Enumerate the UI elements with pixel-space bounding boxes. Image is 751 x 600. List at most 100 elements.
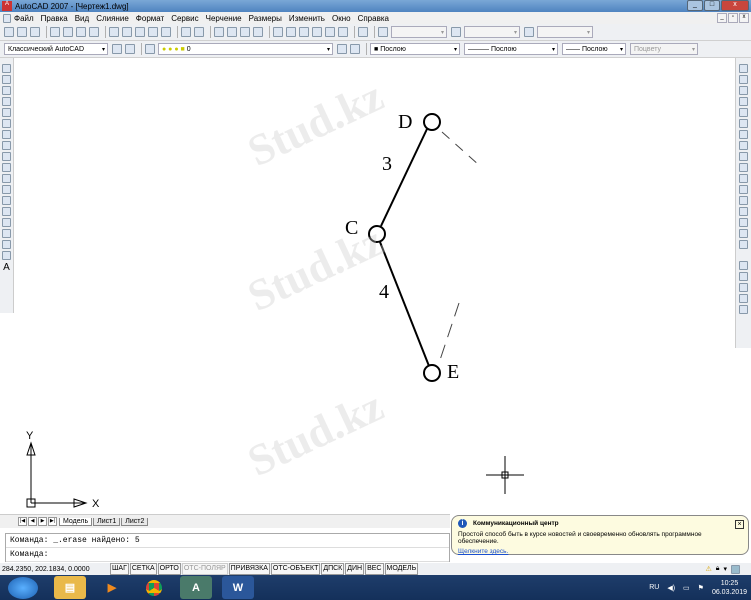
text-style-select[interactable]: ▾ — [391, 26, 447, 38]
command-window[interactable]: Команда: _.erase найдено: 5 Команда: — [5, 533, 450, 562]
language-indicator[interactable]: RU — [649, 584, 659, 591]
globe-icon[interactable] — [89, 27, 99, 37]
minimize-button[interactable]: _ — [687, 0, 703, 11]
new-icon[interactable] — [4, 27, 14, 37]
menu-merge[interactable]: Слияние — [96, 14, 129, 23]
rectangle-icon[interactable] — [2, 108, 11, 117]
table-icon[interactable] — [2, 251, 11, 260]
spline-icon[interactable] — [2, 152, 11, 161]
dim-style-icon[interactable] — [451, 27, 461, 37]
circle-icon[interactable] — [2, 130, 11, 139]
first-tab-button[interactable]: |◀ — [18, 517, 27, 526]
zoom-window-icon[interactable] — [240, 27, 250, 37]
array-icon[interactable] — [739, 108, 748, 117]
status-lwt[interactable]: ВЕС — [365, 563, 384, 575]
save-icon[interactable] — [30, 27, 40, 37]
menu-window[interactable]: Окно — [332, 14, 351, 23]
volume-icon[interactable]: ◀) — [667, 584, 675, 592]
bring-front-icon[interactable] — [739, 272, 748, 281]
comm-center-warning-icon[interactable]: ⚠ — [705, 565, 711, 574]
offset-icon[interactable] — [739, 97, 748, 106]
table-style-select[interactable]: ▾ — [537, 26, 593, 38]
menu-tools[interactable]: Сервис — [171, 14, 198, 23]
autocad-task-icon[interactable]: A — [180, 576, 212, 599]
autocad-app-icon[interactable]: A — [2, 1, 12, 11]
layer-select[interactable]: ● ● ● ■ 0 ▾ — [158, 43, 333, 55]
hatch-icon[interactable] — [2, 218, 11, 227]
doc-restore-button[interactable]: ▫ — [728, 13, 738, 23]
last-tab-button[interactable]: ▶| — [48, 517, 57, 526]
break-point-icon[interactable] — [739, 185, 748, 194]
status-menu-arrow-icon[interactable]: ▾ — [723, 565, 727, 574]
tool-palettes-icon[interactable] — [299, 27, 309, 37]
menu-help[interactable]: Справка — [358, 14, 389, 23]
rotate-icon[interactable] — [739, 130, 748, 139]
command-prompt[interactable]: Команда: — [6, 548, 449, 562]
trim-icon[interactable] — [739, 163, 748, 172]
menu-view[interactable]: Вид — [75, 14, 89, 23]
line-icon[interactable] — [2, 64, 11, 73]
markup-icon[interactable] — [325, 27, 335, 37]
point-icon[interactable] — [2, 207, 11, 216]
move-icon[interactable] — [739, 119, 748, 128]
close-button[interactable]: x — [721, 0, 749, 11]
explode-icon[interactable] — [739, 240, 748, 249]
publish-icon[interactable] — [76, 27, 86, 37]
join-icon[interactable] — [739, 207, 748, 216]
plotstyle-select[interactable]: Поцвету ▾ — [630, 43, 698, 55]
status-model[interactable]: МОДЕЛЬ — [384, 563, 419, 575]
lock-icon[interactable]: 🔒︎ — [716, 565, 720, 574]
paste-icon[interactable] — [135, 27, 145, 37]
status-ducs[interactable]: ДПСК — [321, 563, 345, 575]
clean-screen-icon[interactable] — [731, 564, 740, 574]
help-icon[interactable] — [358, 27, 368, 37]
media-player-icon[interactable]: ▶ — [96, 576, 128, 599]
doc-minimize-button[interactable]: _ — [717, 13, 727, 23]
ellipse-arc-icon[interactable] — [2, 174, 11, 183]
preview-icon[interactable] — [63, 27, 73, 37]
linetype-select[interactable]: ——— Послою ▾ — [464, 43, 558, 55]
brush-icon[interactable] — [161, 27, 171, 37]
maximize-button[interactable]: □ — [704, 0, 720, 11]
calculator-icon[interactable] — [338, 27, 348, 37]
clock[interactable]: 10:25 06.03.2019 — [712, 579, 747, 597]
zoom-previous-icon[interactable] — [253, 27, 263, 37]
send-under-icon[interactable] — [739, 305, 748, 314]
polygon-icon[interactable] — [2, 97, 11, 106]
erase-icon[interactable] — [739, 64, 748, 73]
design-center-icon[interactable] — [286, 27, 296, 37]
menu-draw[interactable]: Черчение — [206, 14, 242, 23]
mtext-icon[interactable]: A — [3, 262, 10, 273]
insert-block-icon[interactable] — [2, 185, 11, 194]
balloon-close-button[interactable]: × — [735, 520, 744, 529]
start-button[interactable] — [8, 576, 38, 599]
status-osnap[interactable]: ПРИВЯЗКА — [228, 563, 270, 575]
polyline-icon[interactable] — [2, 86, 11, 95]
action-center-flag-icon[interactable]: ⚑ — [698, 584, 704, 592]
bring-above-icon[interactable] — [739, 294, 748, 303]
match-properties-icon[interactable] — [148, 27, 158, 37]
fillet-icon[interactable] — [739, 229, 748, 238]
drawing-area[interactable]: D 3 C 4 E Y X Stud.kz Stud.kz Stud.kz — [14, 58, 735, 515]
network-icon[interactable]: ▭ — [683, 584, 690, 592]
print-icon[interactable] — [50, 27, 60, 37]
redo-icon[interactable] — [194, 27, 204, 37]
doc-close-button[interactable]: x — [739, 13, 749, 23]
extend-icon[interactable] — [739, 174, 748, 183]
menu-format[interactable]: Формат — [136, 14, 164, 23]
color-select[interactable]: ■ Послою ▾ — [370, 43, 460, 55]
status-grid[interactable]: СЕТКА — [129, 563, 157, 575]
revcloud-icon[interactable] — [2, 141, 11, 150]
prev-tab-button[interactable]: ◀ — [28, 517, 37, 526]
status-ortho[interactable]: ОРТО — [157, 563, 181, 575]
mirror-icon[interactable] — [739, 86, 748, 95]
make-block-icon[interactable] — [2, 196, 11, 205]
region-icon[interactable] — [2, 240, 11, 249]
zoom-realtime-icon[interactable] — [227, 27, 237, 37]
workspace-select[interactable]: Классический AutoCAD ▾ — [4, 43, 108, 55]
copy-icon[interactable] — [122, 27, 132, 37]
undo-icon[interactable] — [181, 27, 191, 37]
tab-sheet2[interactable]: Лист2 — [121, 517, 149, 526]
tab-model[interactable]: Модель — [59, 517, 93, 526]
status-otrack[interactable]: ОТС-ОБЪЕКТ — [270, 563, 321, 575]
